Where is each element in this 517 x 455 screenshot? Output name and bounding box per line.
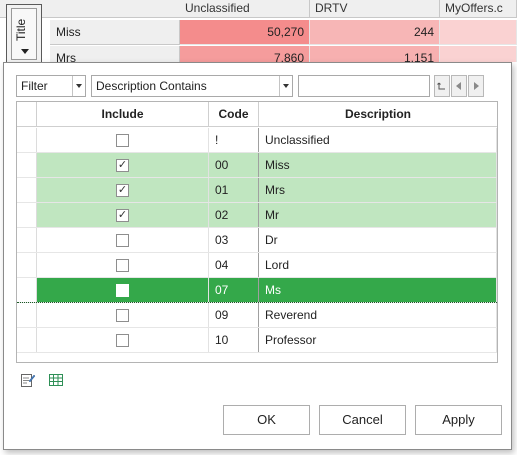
include-checkbox[interactable] bbox=[116, 309, 129, 322]
chevron-down-icon[interactable] bbox=[21, 49, 29, 54]
pivot-cell[interactable] bbox=[440, 46, 517, 62]
filter-field-select[interactable]: Filter bbox=[16, 75, 86, 97]
code-cell[interactable]: 09 bbox=[209, 303, 259, 327]
pivot-column-header[interactable]: Unclassified bbox=[180, 0, 310, 18]
row-selector[interactable] bbox=[17, 328, 37, 352]
include-cell[interactable] bbox=[37, 278, 209, 302]
include-cell[interactable] bbox=[37, 303, 209, 327]
title-field-label: Title bbox=[14, 18, 28, 41]
row-selector[interactable] bbox=[17, 203, 37, 227]
include-cell[interactable]: ✓ bbox=[37, 178, 209, 202]
column-header-description[interactable]: Description bbox=[259, 102, 497, 127]
undo-arrow-icon[interactable] bbox=[434, 75, 450, 97]
title-field-button[interactable]: Title bbox=[11, 8, 37, 60]
include-cell[interactable]: ✓ bbox=[37, 153, 209, 177]
grid-header-row: Include Code Description bbox=[17, 102, 497, 127]
pivot-cell[interactable]: 7,860 bbox=[180, 46, 310, 62]
description-cell[interactable]: Miss bbox=[259, 153, 497, 177]
include-checkbox[interactable] bbox=[116, 134, 129, 147]
pivot-cell[interactable] bbox=[440, 20, 517, 45]
include-cell[interactable] bbox=[37, 128, 209, 152]
table-row[interactable]: ✓ 02 Mr bbox=[17, 203, 497, 228]
description-cell[interactable]: Mrs bbox=[259, 178, 497, 202]
pivot-row-header[interactable]: Mrs bbox=[50, 46, 180, 62]
column-header-code[interactable]: Code bbox=[209, 102, 259, 127]
triangle-right-icon[interactable] bbox=[468, 75, 484, 97]
pivot-cell[interactable]: 1,151 bbox=[310, 46, 440, 62]
chevron-down-icon bbox=[76, 84, 82, 88]
row-selector-header bbox=[17, 102, 37, 127]
include-checkbox[interactable]: ✓ bbox=[116, 159, 129, 172]
table-row[interactable]: 10 Professor bbox=[17, 328, 497, 353]
table-row[interactable]: ✓ 01 Mrs bbox=[17, 178, 497, 203]
include-cell[interactable] bbox=[37, 328, 209, 352]
ok-button[interactable]: OK bbox=[223, 405, 310, 435]
filter-operator-select[interactable]: Description Contains bbox=[91, 75, 293, 97]
include-cell[interactable] bbox=[37, 253, 209, 277]
table-row[interactable]: ! Unclassified bbox=[17, 128, 497, 153]
apply-button[interactable]: Apply bbox=[415, 405, 502, 435]
row-selector[interactable] bbox=[17, 128, 37, 152]
code-cell[interactable]: 01 bbox=[209, 178, 259, 202]
description-cell[interactable]: Mr bbox=[259, 203, 497, 227]
code-cell[interactable]: ! bbox=[209, 128, 259, 152]
row-selector[interactable] bbox=[17, 303, 37, 327]
row-selector[interactable] bbox=[17, 253, 37, 277]
grid-table-icon[interactable] bbox=[48, 372, 64, 388]
include-checkbox[interactable]: ✓ bbox=[116, 209, 129, 222]
table-row[interactable]: 09 Reverend bbox=[17, 303, 497, 328]
row-selector[interactable] bbox=[17, 178, 37, 202]
title-field-tab[interactable]: Title bbox=[6, 4, 42, 66]
code-cell[interactable]: 03 bbox=[209, 228, 259, 252]
code-cell[interactable]: 02 bbox=[209, 203, 259, 227]
filter-popup: Filter Description Contains Include Code… bbox=[3, 62, 512, 450]
triangle-left-icon[interactable] bbox=[451, 75, 467, 97]
filter-value-input[interactable] bbox=[298, 75, 430, 97]
filter-operator-dropdown-button[interactable] bbox=[279, 76, 292, 96]
table-row[interactable]: 04 Lord bbox=[17, 253, 497, 278]
filter-field-dropdown-button[interactable] bbox=[72, 76, 85, 96]
description-cell[interactable]: Reverend bbox=[259, 303, 497, 327]
chevron-down-icon bbox=[283, 84, 289, 88]
pivot-column-header-row: Unclassified DRTV MyOffers.c bbox=[0, 0, 517, 18]
row-selector[interactable] bbox=[17, 278, 37, 302]
pivot-cell[interactable]: 50,270 bbox=[180, 20, 310, 45]
code-cell[interactable]: 10 bbox=[209, 328, 259, 352]
row-selector[interactable] bbox=[17, 228, 37, 252]
include-checkbox[interactable] bbox=[116, 334, 129, 347]
description-cell[interactable]: Unclassified bbox=[259, 128, 497, 152]
cancel-button[interactable]: Cancel bbox=[319, 405, 406, 435]
table-row[interactable]: 07 Ms bbox=[17, 278, 497, 303]
include-cell[interactable]: ✓ bbox=[37, 203, 209, 227]
edit-list-icon[interactable] bbox=[20, 372, 36, 388]
filter-values-grid: Include Code Description ! Unclassified ✓ 0… bbox=[16, 101, 498, 363]
column-header-include[interactable]: Include bbox=[37, 102, 209, 127]
description-cell[interactable]: Dr bbox=[259, 228, 497, 252]
filter-field-value: Filter bbox=[21, 79, 48, 93]
filter-bar: Filter Description Contains bbox=[16, 75, 502, 97]
include-checkbox[interactable] bbox=[116, 234, 129, 247]
filter-operator-value: Description Contains bbox=[96, 79, 207, 93]
pivot-column-header[interactable]: MyOffers.c bbox=[440, 0, 517, 18]
table-row[interactable]: 03 Dr bbox=[17, 228, 497, 253]
include-checkbox[interactable] bbox=[116, 284, 129, 297]
include-cell[interactable] bbox=[37, 228, 209, 252]
include-checkbox[interactable] bbox=[116, 259, 129, 272]
code-cell[interactable]: 00 bbox=[209, 153, 259, 177]
row-selector[interactable] bbox=[17, 153, 37, 177]
pivot-cell[interactable]: 244 bbox=[310, 20, 440, 45]
description-cell[interactable]: Lord bbox=[259, 253, 497, 277]
code-cell[interactable]: 04 bbox=[209, 253, 259, 277]
include-checkbox[interactable]: ✓ bbox=[116, 184, 129, 197]
description-cell[interactable]: Professor bbox=[259, 328, 497, 352]
table-row[interactable]: ✓ 00 Miss bbox=[17, 153, 497, 178]
code-cell[interactable]: 07 bbox=[209, 278, 259, 302]
background-pivot-grid: Unclassified DRTV MyOffers.c Miss 50,270… bbox=[0, 0, 517, 62]
pivot-row-header[interactable]: Miss bbox=[50, 20, 180, 45]
pivot-column-header[interactable]: DRTV bbox=[310, 0, 440, 18]
description-cell[interactable]: Ms bbox=[259, 278, 497, 302]
